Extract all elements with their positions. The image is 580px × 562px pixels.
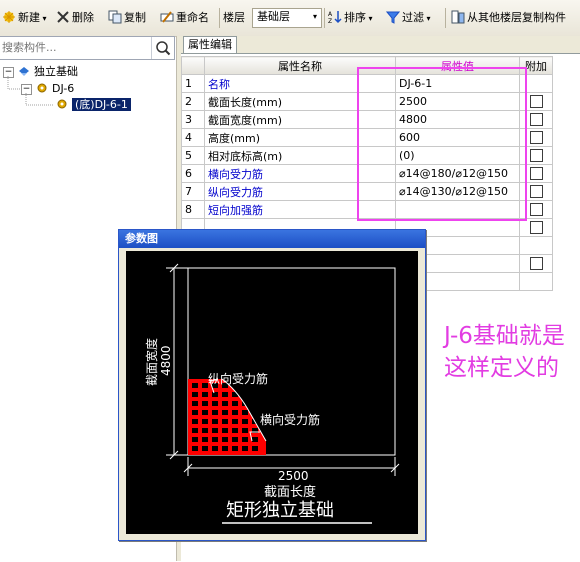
delete-label: 删除 [72, 11, 94, 24]
copy-button[interactable]: 复制 [108, 9, 146, 27]
new-dropdown-icon: ▾ [40, 14, 47, 23]
sort-icon: AZ [328, 11, 342, 24]
search-button[interactable] [151, 37, 174, 59]
row-number: 5 [181, 146, 205, 165]
rename-label: 重命名 [176, 11, 209, 24]
row-number: 6 [181, 164, 205, 183]
copy-from-floor-icon [451, 10, 465, 24]
copy-from-floor-label: 从其他楼层复制构件 [467, 11, 566, 24]
toolbar: 新建 ▾ 删除 复制 重命名 楼层 基础层 ▾ A Z 排序 ▾ 过滤 ▾ 从其他楼… [0, 0, 580, 37]
sort-dropdown-icon: ▾ [366, 14, 373, 23]
row-number-header [181, 56, 205, 75]
parameter-diagram: 纵向受力筋 横向受力筋 2500 截面长度 截面宽度 4800 矩形独立基础 [126, 251, 418, 534]
additional-checkbox[interactable] [529, 112, 543, 126]
additional-cell [519, 236, 553, 255]
tree-lines [7, 76, 54, 106]
new-icon [3, 11, 15, 23]
delete-icon [57, 11, 69, 23]
svg-text:Z: Z [328, 18, 332, 24]
row-number: 8 [181, 200, 205, 219]
rename-button[interactable]: 重命名 [160, 9, 209, 27]
copy-icon [108, 10, 122, 24]
floor-select-value: 基础层 [257, 10, 290, 23]
row-number: 1 [181, 74, 205, 93]
svg-text:A: A [328, 11, 333, 18]
filter-button[interactable]: 过滤 ▾ [386, 9, 431, 27]
toolbar-separator [445, 8, 446, 28]
foundation-drawing: 纵向受力筋 横向受力筋 2500 截面长度 截面宽度 4800 矩形独立基础 [144, 263, 400, 524]
additional-checkbox[interactable] [529, 166, 543, 180]
additional-checkbox[interactable] [529, 256, 543, 270]
row-number: 3 [181, 110, 205, 129]
filter-icon [386, 11, 400, 24]
additional-cell [519, 272, 553, 291]
row-number: 2 [181, 92, 205, 111]
filter-dropdown-icon: ▾ [424, 14, 431, 23]
width-label-group: 截面宽度 [144, 338, 159, 386]
parameter-window-title[interactable]: 参数图 [119, 230, 425, 248]
additional-checkbox[interactable] [529, 94, 543, 108]
row-number: 7 [181, 182, 205, 201]
additional-checkbox[interactable] [529, 220, 543, 234]
longitudinal-rebar-label: 纵向受力筋 [208, 371, 268, 386]
floor-label: 楼层 [223, 11, 245, 24]
width-value: 4800 [159, 345, 173, 376]
diagram-caption: 矩形独立基础 [226, 500, 334, 521]
parameter-diagram-window: 参数图 纵向受力筋 横向受力筋 2500 截面长度 截面宽度 4800 矩形独立… [118, 229, 426, 541]
copy-label: 复制 [124, 11, 146, 24]
filter-label: 过滤 [402, 11, 424, 24]
width-value-group: 4800 [159, 345, 173, 376]
tab-property-editor[interactable]: 属性编辑 [183, 36, 237, 53]
toolbar-separator [219, 8, 220, 28]
annotation-text: J-6基础就是这样定义的 [444, 323, 565, 381]
search-input[interactable] [0, 37, 152, 57]
toolbar-separator [324, 8, 325, 28]
delete-button[interactable]: 删除 [56, 9, 94, 27]
floor-select[interactable]: 基础层 ▾ [252, 8, 322, 28]
tree-item-dj6-1-label: (底)DJ-6-1 [72, 98, 131, 111]
sort-label: 排序 [344, 11, 366, 24]
additional-checkbox[interactable] [529, 184, 543, 198]
row-number: 4 [181, 128, 205, 147]
new-label: 新建 [18, 11, 40, 24]
rename-icon [160, 11, 174, 23]
transverse-rebar-label: 横向受力筋 [260, 412, 320, 427]
chevron-down-icon: ▾ [312, 12, 317, 21]
length-value: 2500 [278, 469, 309, 483]
value-highlight-box [357, 67, 527, 221]
additional-checkbox[interactable] [529, 202, 543, 216]
rebar-grid [188, 379, 266, 455]
copy-from-floor-button[interactable]: 从其他楼层复制构件 [451, 9, 566, 27]
additional-checkbox[interactable] [529, 130, 543, 144]
length-label: 截面长度 [264, 484, 316, 500]
tab-strip: 属性编辑 [181, 36, 580, 53]
component-search [0, 36, 175, 60]
search-icon [156, 41, 171, 56]
tree-item-dj6-1[interactable]: (底)DJ-6-1 [56, 97, 131, 113]
sort-button[interactable]: A Z 排序 ▾ [328, 9, 373, 27]
additional-checkbox[interactable] [529, 148, 543, 162]
width-label: 截面宽度 [144, 338, 159, 386]
additional-cell [519, 254, 553, 273]
new-button[interactable]: 新建 ▾ [2, 9, 47, 27]
additional-cell [519, 218, 553, 237]
